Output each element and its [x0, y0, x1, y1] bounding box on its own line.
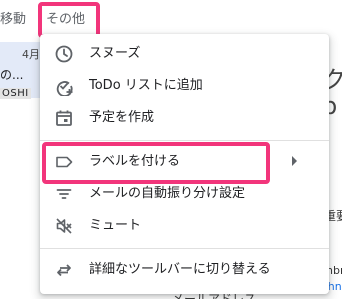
menu-item-label: 予定を作成 [89, 110, 155, 125]
mute-icon [54, 216, 74, 236]
submenu-arrow-icon [292, 156, 297, 166]
email-date: 4月 [22, 48, 40, 61]
add-task-icon [54, 76, 74, 96]
menu-item-switch-toolbar[interactable]: 詳細なツールバーに切り替える [40, 254, 329, 286]
menu-item-add-to-tasks[interactable]: ToDo リストに追加 [40, 70, 329, 102]
menu-item-label: 詳細なツールバーに切り替える [89, 262, 271, 277]
menu-divider [40, 140, 329, 141]
menu-item-mute[interactable]: ミュート [40, 210, 329, 242]
menu-item-label: ToDo リストに追加 [89, 78, 203, 93]
menu-item-label: ミュート [89, 218, 142, 233]
email-sender-chip: OSHI [0, 88, 31, 99]
email-snippet: の... [0, 68, 24, 82]
menu-divider [40, 248, 329, 249]
switch-arrows-icon [54, 260, 74, 280]
menu-item-label: スヌーズ [89, 46, 141, 61]
menu-item-create-event[interactable]: 予定を作成 [40, 102, 329, 134]
clock-icon [54, 44, 74, 64]
move-button[interactable]: 移動 [0, 12, 26, 28]
calendar-icon [54, 108, 74, 128]
filter-icon [54, 184, 74, 204]
highlight-box-add-label [42, 142, 270, 184]
highlight-box-more [38, 2, 100, 38]
menu-item-label: メールの自動振り分け設定 [89, 186, 246, 201]
menu-item-snooze[interactable]: スヌーズ [40, 38, 329, 70]
